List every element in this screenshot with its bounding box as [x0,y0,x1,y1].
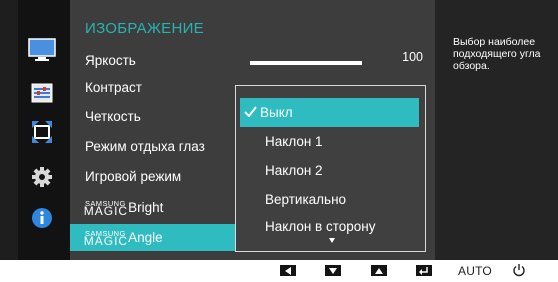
option-tilt-1[interactable]: Наклон 1 [240,127,419,156]
menu-item-magic-bright[interactable]: SAMSUNGMAGICBright [70,194,236,221]
menu-item-label: Четкость [85,109,141,124]
option-tilt-2[interactable]: Наклон 2 [240,156,419,185]
menu-item-label: Игровой режим [85,169,182,184]
help-text: Выбор наиболее подходящего угла обзора. [453,36,541,72]
menu-item-game-mode[interactable]: Игровой режим [70,163,236,190]
menu-title: ИЗОБРАЖЕНИЕ [85,20,204,37]
menu-item-magic-angle[interactable]: SAMSUNGMAGICAngle [70,224,236,251]
monitor-icon[interactable] [25,35,59,65]
gear-icon[interactable] [25,162,59,192]
resize-arrows-icon[interactable] [25,117,59,147]
magic-brand-big: MAGIC [83,234,129,248]
scroll-down-arrow-icon[interactable] [329,238,335,243]
menu-item-sharpness[interactable]: Четкость [70,103,236,130]
checkmark-icon [244,98,258,127]
menu-item-label: Контраст [85,80,142,95]
option-label: Наклон 1 [265,134,323,149]
down-key-icon[interactable] [325,265,341,276]
help-panel: Выбор наиболее подходящего угла обзора. [435,0,558,260]
magic-angle-dropdown: Выкл Наклон 1 Наклон 2 Вертикально Накло… [235,85,426,252]
power-icon[interactable] [512,263,526,277]
brightness-value: 100 [402,50,423,64]
option-label: Наклон в сторону [265,219,376,234]
info-icon[interactable] [25,203,59,233]
menu-item-brightness[interactable]: Яркость [70,47,236,74]
option-label: Выкл [260,105,293,120]
brightness-slider[interactable] [250,61,362,65]
option-label: Вертикально [265,192,347,207]
menu-item-label: Angle [128,230,163,245]
option-label: Наклон 2 [265,163,323,178]
settings-sliders-icon[interactable] [25,78,59,108]
option-side-tilt[interactable]: Наклон в сторону [240,212,419,241]
menu-item-label: Яркость [85,53,136,68]
menu-item-label: Bright [128,200,164,215]
up-key-icon[interactable] [371,265,387,276]
menu-item-eye-saver-mode[interactable]: Режим отдыха глаз [70,133,236,160]
menu-item-contrast[interactable]: Контраст [70,74,236,101]
option-vertical[interactable]: Вертикально [240,185,419,214]
enter-key-icon[interactable] [416,265,432,276]
osd-screen: ИЗОБРАЖЕНИЕ Яркость Контраст Четкость Ре… [0,0,558,260]
auto-button[interactable]: AUTO [458,264,492,278]
menu-item-label: Режим отдыха глаз [85,139,205,154]
option-off[interactable]: Выкл [240,98,419,127]
magic-brand-big: MAGIC [83,204,129,218]
left-key-icon[interactable] [280,265,296,276]
